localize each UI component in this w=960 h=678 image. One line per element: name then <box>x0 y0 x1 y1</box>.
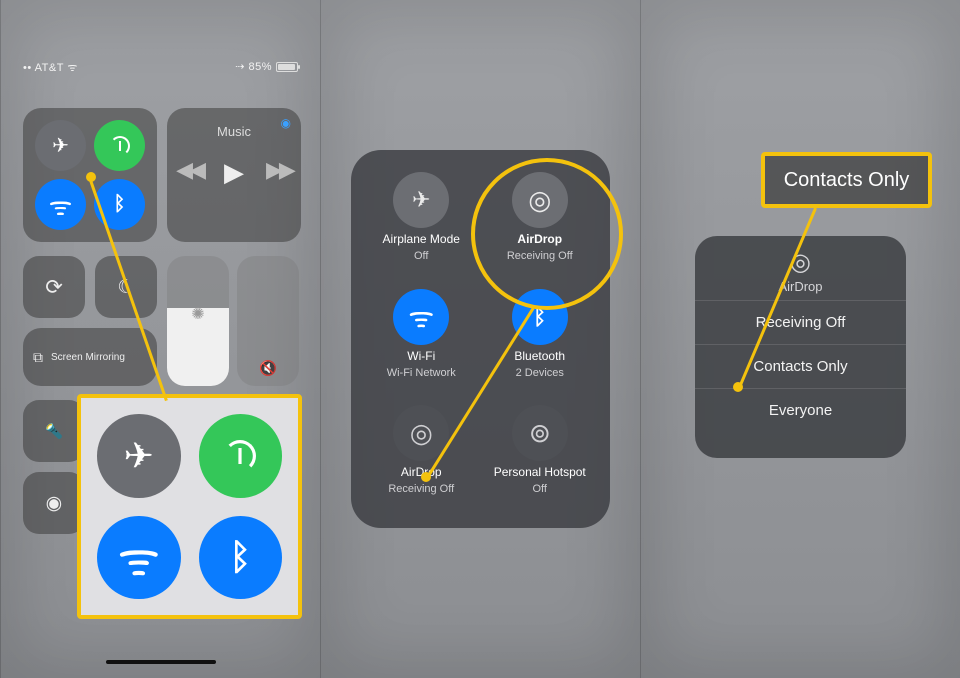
wifi-label: Wi-Fi <box>407 349 435 363</box>
wifi-sub: Wi-Fi Network <box>387 367 456 379</box>
rewind-icon[interactable] <box>176 157 202 188</box>
wifi-icon[interactable] <box>35 179 86 230</box>
hotspot-sub: Off <box>533 483 547 495</box>
screen-mirroring-button[interactable]: Screen Mirroring <box>23 328 157 386</box>
home-indicator <box>106 660 216 664</box>
airplane-mode-label: Airplane Mode <box>383 232 460 246</box>
airplane-mode-sub: Off <box>414 250 428 262</box>
airplane-mode-cell[interactable]: Airplane Mode Off <box>365 172 478 281</box>
airdrop-option-everyone[interactable]: Everyone <box>695 388 906 432</box>
wifi-icon[interactable] <box>97 516 181 600</box>
airplane-mode-icon <box>393 172 449 228</box>
panel-connectivity-expanded: Airplane Mode Off AirDrop Receiving Off … <box>320 0 640 678</box>
music-title: Music <box>175 124 293 139</box>
airdrop-option-receiving-off[interactable]: Receiving Off <box>695 300 906 344</box>
cellular-icon[interactable] <box>199 414 283 498</box>
airplane-mode-icon[interactable] <box>97 414 181 498</box>
airplane-mode-icon[interactable] <box>35 120 86 171</box>
volume-icon <box>259 360 277 378</box>
carrier-label: •• AT&T ᯤ <box>23 60 78 75</box>
bluetooth-label: Bluetooth <box>514 349 565 363</box>
panel-control-center: •• AT&T ᯤ ⇢ 85% ◉ Music Screen Mirroring <box>0 0 320 678</box>
accessibility-button[interactable] <box>23 472 85 534</box>
status-bar: •• AT&T ᯤ ⇢ 85% <box>1 60 320 75</box>
panel-airdrop-menu: Contacts Only AirDrop Receiving Off Cont… <box>640 0 960 678</box>
airdrop-sub: Receiving Off <box>388 483 454 495</box>
screen-mirror-label: Screen Mirroring <box>51 352 125 363</box>
cellular-icon[interactable] <box>94 120 145 171</box>
bluetooth-icon[interactable] <box>94 179 145 230</box>
airplay-icon[interactable]: ◉ <box>281 116 291 130</box>
brightness-slider[interactable] <box>167 256 229 386</box>
wifi-cell[interactable]: Wi-Fi Wi-Fi Network <box>365 289 478 398</box>
contacts-only-label: Contacts Only <box>784 169 910 192</box>
hotspot-label: Personal Hotspot <box>494 465 586 479</box>
wifi-icon <box>393 289 449 345</box>
battery-status: ⇢ 85% <box>235 60 298 75</box>
contacts-only-callout: Contacts Only <box>761 152 932 208</box>
bluetooth-sub: 2 Devices <box>516 367 564 379</box>
screen-mirror-icon <box>33 349 43 366</box>
brightness-icon <box>191 304 204 324</box>
forward-icon[interactable] <box>266 157 292 188</box>
connectivity-callout <box>77 394 302 619</box>
hotspot-cell[interactable]: Personal Hotspot Off <box>484 405 597 514</box>
airdrop-menu-card[interactable]: AirDrop Receiving Off Contacts Only Ever… <box>695 236 906 458</box>
hotspot-icon <box>512 405 568 461</box>
battery-icon <box>276 62 298 72</box>
bluetooth-icon[interactable] <box>199 516 283 600</box>
annotation-ring <box>471 158 623 310</box>
airdrop-option-contacts-only[interactable]: Contacts Only <box>695 344 906 388</box>
music-tile[interactable]: ◉ Music <box>167 108 301 242</box>
play-icon[interactable] <box>224 157 244 188</box>
orientation-lock-button[interactable] <box>23 256 85 318</box>
volume-slider[interactable] <box>237 256 299 386</box>
flashlight-button[interactable] <box>23 400 85 462</box>
